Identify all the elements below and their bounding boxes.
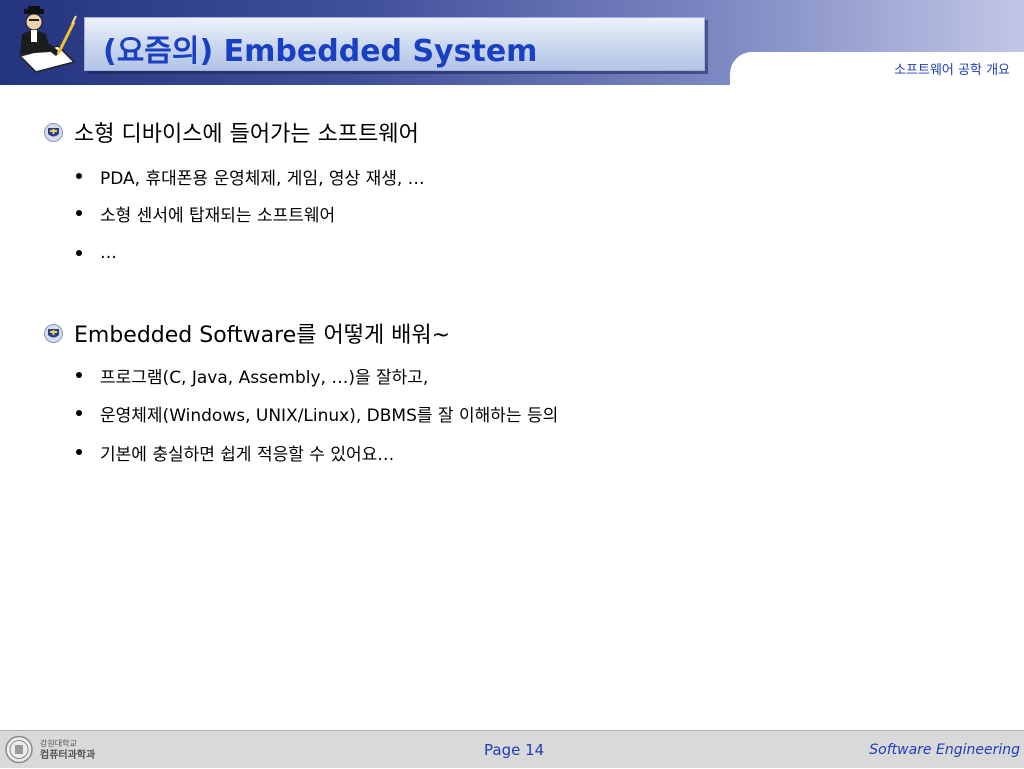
list-item-text: 운영체제(Windows, UNIX/Linux), DBMS를 잘 이해하는 … xyxy=(100,405,559,426)
bullet-dot xyxy=(76,449,82,455)
emblem-bullet-icon xyxy=(44,122,63,142)
list-item-text: 프로그램(C, Java, Assembly, …)을 잘하고, xyxy=(100,367,429,388)
section-heading: Embedded Software를 어떻게 배워~ xyxy=(44,318,450,348)
bullet-dot xyxy=(76,210,82,216)
bullet-dot xyxy=(76,173,82,179)
university-seal-icon xyxy=(5,735,33,764)
scholar-writing-icon xyxy=(18,6,77,73)
list-item: … xyxy=(76,241,117,265)
section-heading-text: 소형 디바이스에 들어가는 소프트웨어 xyxy=(74,122,419,147)
list-item: 기본에 충실하면 쉽게 적응할 수 있어요… xyxy=(76,440,395,465)
title-bar: (요즘의) Embedded System xyxy=(84,17,705,71)
slide-footer: 강원대학교 컴퓨터과학과 Page 14 Software Engineerin… xyxy=(0,730,1024,768)
list-item-text: PDA, 휴대폰용 운영체제, 게임, 영상 재생, … xyxy=(100,168,425,189)
list-item-text: 소형 센서에 탑재되는 소프트웨어 xyxy=(100,205,336,226)
bullet-dot xyxy=(76,372,82,378)
list-item-text: 기본에 충실하면 쉽게 적응할 수 있어요… xyxy=(100,444,395,465)
list-item: 운영체제(Windows, UNIX/Linux), DBMS를 잘 이해하는 … xyxy=(76,401,559,426)
bullet-dot xyxy=(76,250,82,256)
university-name: 강원대학교 xyxy=(40,739,77,748)
bullet-dot xyxy=(76,410,82,416)
section-heading: 소형 디바이스에 들어가는 소프트웨어 xyxy=(44,117,419,147)
section-heading-text: Embedded Software를 어떻게 배워~ xyxy=(74,323,451,348)
page-number: Page 14 xyxy=(484,741,545,759)
slide-subtitle: 소프트웨어 공학 개요 xyxy=(894,63,1010,78)
course-name: Software Engineering xyxy=(869,742,1020,758)
slide-header: (요즘의) Embedded System 소프트웨어 공학 개요 xyxy=(0,0,1024,92)
list-item: 소형 센서에 탑재되는 소프트웨어 xyxy=(76,201,336,226)
list-item-text: … xyxy=(100,243,117,263)
slide-title: (요즘의) Embedded System xyxy=(103,34,538,69)
university-logo: 강원대학교 컴퓨터과학과 xyxy=(4,734,102,765)
emblem-bullet-icon xyxy=(44,323,63,343)
list-item: 프로그램(C, Java, Assembly, …)을 잘하고, xyxy=(76,363,429,388)
list-item: PDA, 휴대폰용 운영체제, 게임, 영상 재생, … xyxy=(76,164,425,189)
department-name: 컴퓨터과학과 xyxy=(40,750,96,761)
